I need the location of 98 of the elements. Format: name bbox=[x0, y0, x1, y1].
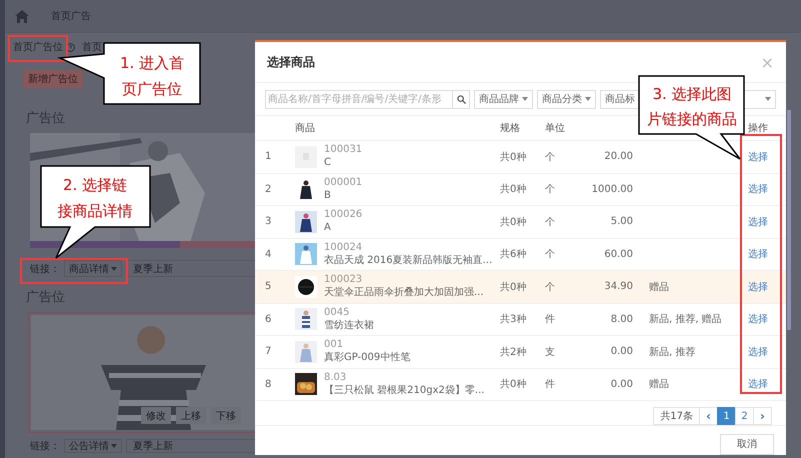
tags-cell-text: 新品, 推荐 bbox=[648, 346, 696, 359]
table-cell-text: 件 bbox=[545, 378, 556, 392]
caret-icon bbox=[585, 97, 591, 101]
next-page-button[interactable]: › bbox=[753, 407, 772, 425]
link-label: 链接： bbox=[30, 440, 60, 453]
slot-action-button[interactable]: 下移 bbox=[211, 407, 241, 424]
product-code: 100024 bbox=[324, 242, 364, 254]
table-cell-text: 共3种 bbox=[500, 312, 528, 326]
link-label: 链接： bbox=[30, 262, 60, 276]
product-code: 100023 bbox=[324, 274, 364, 286]
help-icon bbox=[66, 42, 75, 52]
table-cell-text: 件 bbox=[545, 313, 556, 326]
product-name: B bbox=[324, 190, 332, 202]
page-button[interactable]: 2 bbox=[735, 407, 754, 425]
row-number: 5 bbox=[265, 281, 272, 292]
price-cell-text: 0.00 bbox=[610, 346, 634, 358]
table-cell-text: 个 bbox=[545, 183, 556, 196]
image-placeholder bbox=[295, 146, 317, 168]
select-link[interactable]: 选择 bbox=[730, 344, 768, 359]
tags-cell-text: 赠品 bbox=[648, 280, 670, 294]
column-header: 操作 bbox=[747, 122, 769, 135]
row-number: 7 bbox=[265, 346, 272, 358]
row-number: 8 bbox=[265, 378, 272, 390]
caret-icon bbox=[522, 97, 528, 101]
annotation-tooltip: 3. 选择此图 片链接的商品 bbox=[638, 75, 746, 161]
select-link[interactable]: 选择 bbox=[730, 377, 768, 392]
product-name: A bbox=[324, 222, 332, 234]
scrollbar[interactable] bbox=[787, 110, 791, 330]
table-cell-text: 共0种 bbox=[500, 216, 528, 229]
table-cell-text: 共6种 bbox=[500, 248, 528, 262]
caret-icon bbox=[111, 266, 117, 270]
product-code: 8.03 bbox=[324, 372, 348, 384]
slot-action-button[interactable]: 修改 bbox=[141, 407, 171, 424]
highlight-frame bbox=[8, 35, 68, 62]
table-cell-text: 共2种 bbox=[500, 346, 528, 359]
caret-icon bbox=[765, 97, 771, 101]
product-code: 0045 bbox=[324, 306, 350, 319]
row-number: 2 bbox=[265, 184, 272, 195]
product-code: 100026 bbox=[324, 209, 362, 222]
table-cell-text: 共0种 bbox=[500, 182, 528, 196]
add-slot-button[interactable]: 新增广告位 bbox=[23, 70, 83, 88]
product-code: 001 bbox=[324, 339, 344, 352]
tags-cell-text: 赠品 bbox=[648, 378, 670, 392]
row-number: 4 bbox=[265, 248, 272, 260]
total-count: 共17条 bbox=[653, 407, 700, 425]
price-cell-text: 8.00 bbox=[610, 314, 634, 325]
select-link[interactable]: 选择 bbox=[730, 312, 768, 326]
price-cell-text: 60.00 bbox=[603, 248, 634, 260]
breadcrumb-link[interactable]: 首页 bbox=[82, 40, 102, 54]
page-button[interactable]: 1 bbox=[717, 407, 736, 425]
search-icon bbox=[456, 94, 466, 104]
price-cell-text: 34.90 bbox=[603, 281, 634, 292]
select-link[interactable]: 选择 bbox=[730, 214, 768, 229]
column-header: 单位 bbox=[545, 122, 566, 135]
link-type-select[interactable]: 商品详情 bbox=[64, 260, 122, 277]
breadcrumb-link[interactable]: 首页广告位 bbox=[13, 40, 63, 54]
select-link[interactable]: 选择 bbox=[730, 247, 768, 262]
table-cell-text: 个 bbox=[545, 248, 556, 262]
select-link[interactable]: 选择 bbox=[730, 280, 768, 294]
column-header: 规格 bbox=[500, 122, 521, 135]
product-name: 【三只松鼠 碧根果210gx2袋】零... bbox=[324, 384, 484, 397]
cancel-button[interactable]: 取消 bbox=[720, 434, 774, 454]
product-name: C bbox=[324, 157, 332, 170]
product-name: 雪纺连衣裙 bbox=[324, 320, 374, 332]
row-number: 3 bbox=[265, 216, 272, 228]
dialog-title: 选择商品 bbox=[267, 54, 315, 70]
table-cell-text: 个 bbox=[545, 216, 556, 229]
product-name: 衣品天成 2016夏装新品韩版无袖直... bbox=[324, 254, 492, 267]
link-type-select[interactable]: 公告详情 bbox=[64, 439, 122, 453]
table-cell-text: 共0种 bbox=[500, 378, 528, 392]
filter-select[interactable]: 商品分类 bbox=[537, 90, 596, 108]
product-name: 真彩GP-009中性笔 bbox=[324, 352, 410, 364]
table-cell-text: 共0种 bbox=[500, 150, 528, 164]
tags-cell-text: 新品, 推荐, 赠品 bbox=[648, 312, 723, 326]
prev-page-button[interactable]: ‹ bbox=[699, 407, 718, 425]
slot-action-button[interactable]: 上移 bbox=[176, 407, 206, 424]
row-number: 1 bbox=[265, 151, 272, 162]
table-cell-text: 个 bbox=[545, 150, 556, 164]
product-name: 天堂伞正品雨伞折叠加大加固加强... bbox=[324, 287, 484, 300]
column-header: 商品 bbox=[295, 122, 316, 135]
price-cell-text: 5.00 bbox=[610, 216, 634, 228]
filter-select[interactable]: 商品品牌 bbox=[474, 90, 533, 108]
table-cell-text: 支 bbox=[545, 346, 556, 359]
product-code: 100031 bbox=[324, 144, 362, 156]
annotation-tooltip: 2. 选择链 接商品详情 bbox=[40, 165, 152, 260]
table-cell-text: 个 bbox=[545, 280, 556, 294]
nav-tab[interactable]: 首页广告 bbox=[41, 9, 101, 23]
row-number: 6 bbox=[265, 314, 272, 325]
table-cell-text: 共0种 bbox=[500, 280, 528, 294]
price-cell-text: 0.00 bbox=[610, 378, 634, 390]
search-button[interactable] bbox=[453, 90, 470, 108]
price-cell-text: 20.00 bbox=[603, 151, 634, 162]
price-cell-text: 1000.00 bbox=[590, 184, 634, 195]
product-code: 000001 bbox=[324, 176, 362, 189]
home-icon[interactable] bbox=[15, 10, 29, 22]
search-field[interactable]: 商品名称/首字母拼音/编号/关键字/条形 bbox=[265, 90, 453, 108]
caret-icon bbox=[111, 444, 117, 448]
select-link[interactable]: 选择 bbox=[730, 182, 768, 196]
